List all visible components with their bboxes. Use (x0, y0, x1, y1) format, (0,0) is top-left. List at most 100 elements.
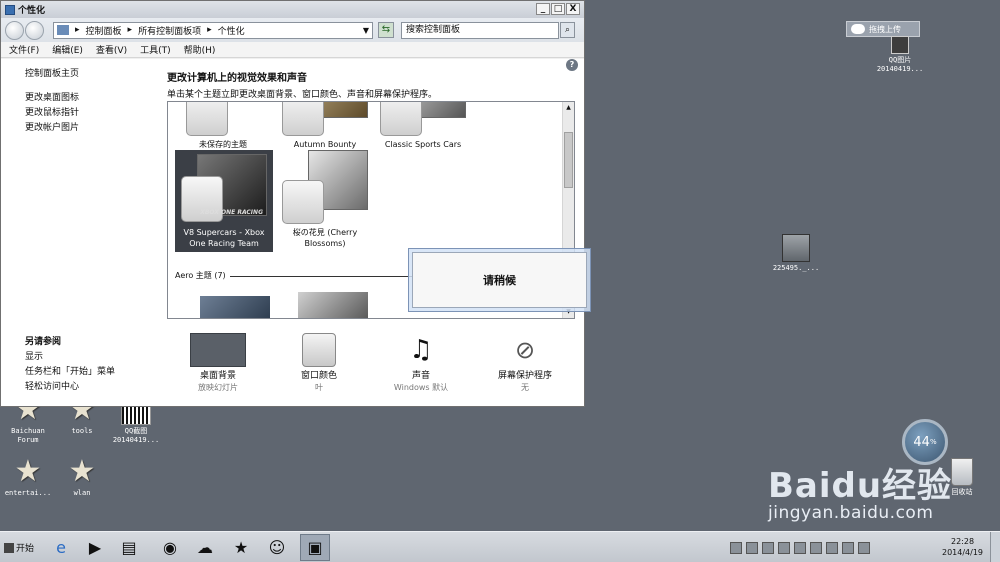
refresh-icon[interactable]: ⇆ (378, 22, 394, 38)
taskbar-app-icon[interactable]: ◉ (155, 534, 185, 561)
racing-logo: XBOX ONE RACING (200, 209, 263, 216)
taskbar-media-player-icon[interactable]: ▶ (80, 534, 110, 561)
desktop-icon-wlan[interactable]: ★ wlan (54, 457, 110, 498)
theme-label: 未保存的主题 (199, 140, 247, 149)
network-icon[interactable] (842, 541, 854, 554)
star-icon: ★ (14, 454, 42, 489)
link-change-mouse-pointers[interactable]: 更改鼠标指针 (25, 106, 79, 121)
clock-time: 22:28 (950, 537, 975, 546)
theme-preview-image (186, 102, 228, 136)
link-change-account-picture[interactable]: 更改帐户图片 (25, 121, 79, 136)
screensaver-value: 无 (521, 383, 529, 392)
desktop-background-icon (190, 333, 246, 367)
taskbar-photo-icon[interactable]: ☺ (262, 534, 292, 561)
please-wait-text: 请稍候 (412, 252, 587, 308)
tray-app-icon[interactable] (778, 541, 790, 554)
theme-unsaved[interactable]: 未保存的主题 (174, 102, 272, 150)
scroll-thumb[interactable] (564, 132, 573, 188)
theme-cherry-blossoms[interactable]: 桜の花見 (Cherry Blossoms) (276, 150, 374, 249)
desktop-icon-qq-image[interactable]: QQ图片 20140419... (872, 6, 928, 74)
screensaver-label: 屏幕保护程序 (497, 371, 552, 381)
desktop-background-label: 桌面背景 (199, 371, 236, 381)
window-color-label: 窗口颜色 (300, 371, 337, 381)
taskbar-cloud-icon[interactable]: ☁ (190, 534, 220, 561)
link-change-desktop-icons[interactable]: 更改桌面图标 (25, 91, 79, 106)
theme-autumn-bounty[interactable]: Autumn Bounty (276, 102, 374, 150)
archive-icon (782, 234, 810, 262)
keyboard-icon[interactable] (730, 541, 742, 554)
aero-theme-thumbnail[interactable] (298, 292, 368, 318)
menu-file[interactable]: 文件(F) (9, 43, 39, 56)
scroll-up-icon[interactable]: ▲ (564, 103, 573, 113)
screensaver-icon: ⊘ (514, 336, 536, 364)
breadcrumb-all-items[interactable]: 所有控制面板项 (138, 24, 201, 37)
system-tray (730, 535, 870, 560)
desktop-icon-label: wlan (73, 489, 91, 497)
taskbar-explorer-icon[interactable]: ▤ (114, 534, 144, 561)
theme-label: 桜の花見 (Cherry Blossoms) (292, 228, 358, 248)
address-bar[interactable]: ▸ 控制面板 ▸ 所有控制面板项 ▸ 个性化 ▼ (53, 21, 373, 39)
title-bar[interactable]: 个性化 _ □ X (1, 1, 584, 18)
address-toolbar: ▸ 控制面板 ▸ 所有控制面板项 ▸ 个性化 ▼ ⇆ 搜索控制面板 ⌕ (1, 18, 584, 42)
system-clock[interactable]: 22:28 2014/4/19 (942, 536, 983, 558)
chevron-down-icon[interactable]: ▼ (363, 26, 369, 35)
help-icon[interactable]: ? (566, 59, 578, 71)
search-input[interactable]: 搜索控制面板 (401, 21, 559, 39)
watermark-logo-text: Baidu经验 (768, 466, 953, 506)
sound-link[interactable]: ♫ 声音 Windows 默认 (381, 333, 461, 393)
aero-themes-header: Aero 主题 (7) (175, 271, 226, 280)
breadcrumb-separator: ▸ (207, 25, 212, 35)
link-taskbar-start-menu[interactable]: 任务栏和「开始」菜单 (25, 365, 115, 380)
desktop-icon-archive[interactable]: 225495._... (768, 234, 824, 273)
breadcrumb-separator: ▸ (127, 25, 133, 35)
theme-classic-sports-cars[interactable]: Classic Sports Cars (374, 102, 472, 150)
maximize-button[interactable]: □ (551, 3, 565, 15)
menu-view[interactable]: 查看(V) (96, 43, 127, 56)
desktop-icon-entertainment[interactable]: ★ entertai... (0, 457, 56, 498)
theme-label: Autumn Bounty (293, 140, 357, 149)
close-button[interactable]: X (566, 3, 580, 15)
breadcrumb-personalization[interactable]: 个性化 (218, 24, 245, 37)
link-display[interactable]: 显示 (25, 350, 115, 365)
page-subtitle: 单击某个主题立即更改桌面背景、窗口颜色、声音和屏幕保护程序。 (167, 90, 438, 100)
aero-theme-thumbnail[interactable] (200, 296, 270, 318)
menu-help[interactable]: 帮助(H) (184, 43, 216, 56)
taskbar-star-icon[interactable]: ★ (226, 534, 256, 561)
taskbar-ie-icon[interactable]: e (46, 534, 76, 561)
window-color-link[interactable]: 窗口颜色 叶 (279, 333, 359, 393)
desktop-background-link[interactable]: 桌面背景 放映幻灯片 (178, 333, 258, 393)
baidu-watermark: Baidu经验 jingyan.baidu.com (768, 458, 952, 523)
screensaver-link[interactable]: ⊘ 屏幕保护程序 无 (485, 333, 565, 393)
window-controls: _ □ X (536, 3, 580, 15)
see-also-title: 另请参阅 (25, 337, 62, 347)
tray-app-icon[interactable] (794, 541, 806, 554)
chevron-up-icon[interactable] (762, 541, 774, 554)
sound-label: 声音 (411, 371, 430, 381)
search-icon[interactable]: ⌕ (560, 22, 575, 38)
link-control-panel-home[interactable]: 控制面板主页 (25, 67, 79, 82)
volume-icon[interactable] (858, 541, 870, 554)
personalization-window: 个性化 _ □ X ▸ 控制面板 ▸ 所有控制面板项 ▸ 个性化 ▼ ⇆ 搜索控… (0, 0, 585, 407)
desktop-icon-label: QQ截图 20140419... (112, 427, 160, 444)
photo-icon (891, 36, 909, 54)
tray-app-icon[interactable] (826, 541, 838, 554)
breadcrumb-control-panel[interactable]: 控制面板 (86, 24, 122, 37)
theme-thumbnail (380, 102, 466, 136)
theme-v8-supercars[interactable]: XBOX ONE RACING V8 Supercars - Xbox One … (175, 150, 273, 252)
link-ease-of-access[interactable]: 轻松访问中心 (25, 380, 115, 395)
tray-app-icon[interactable] (810, 541, 822, 554)
theme-settings-bar: 桌面背景 放映幻灯片 窗口颜色 叶 ♫ 声音 Windows 默认 ⊘ 屏幕保护… (181, 331, 571, 401)
minimize-button[interactable]: _ (536, 3, 550, 15)
start-button[interactable]: 开始 (2, 536, 38, 559)
theme-thumbnail (282, 102, 368, 136)
menu-tools[interactable]: 工具(T) (140, 43, 171, 56)
star-icon: ★ (68, 454, 96, 489)
back-button[interactable] (5, 20, 24, 40)
menu-edit[interactable]: 编辑(E) (52, 43, 83, 56)
forward-button[interactable] (25, 20, 44, 40)
show-desktop-button[interactable] (990, 532, 1000, 562)
taskbar-control-panel-icon[interactable]: ▣ (300, 534, 330, 561)
theme-thumbnail (282, 150, 368, 224)
start-label: 开始 (16, 544, 35, 554)
help-icon[interactable] (746, 541, 758, 554)
